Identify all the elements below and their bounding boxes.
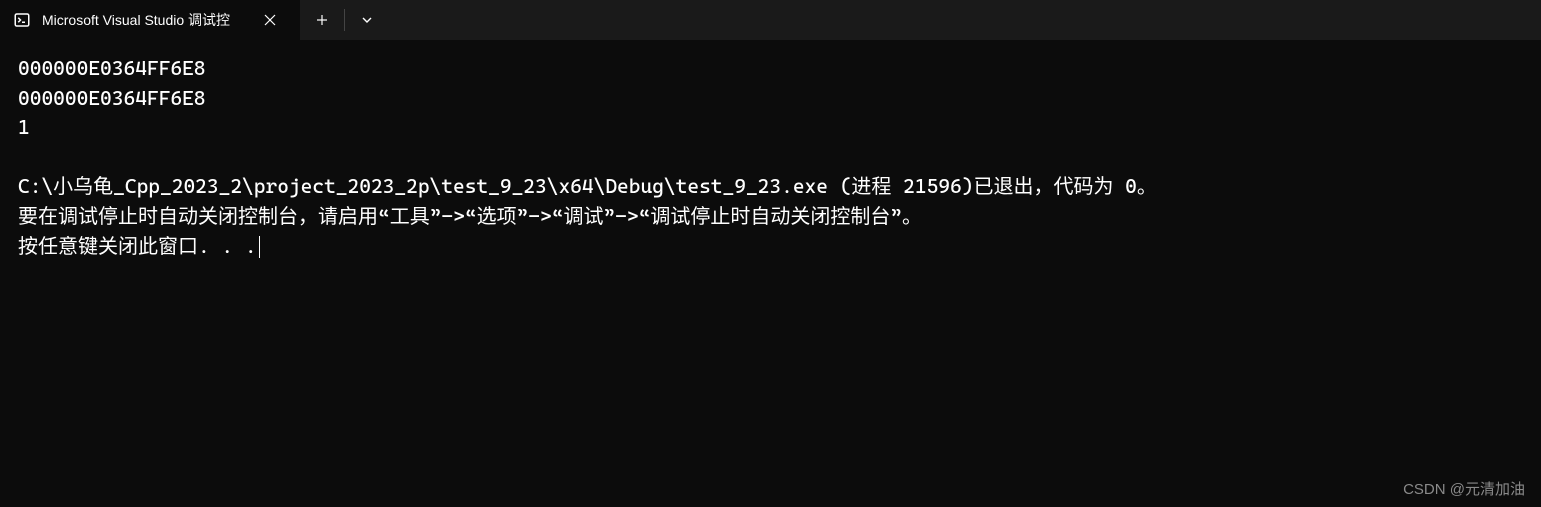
tab-title: Microsoft Visual Studio 调试控 [42,10,230,30]
tab-dropdown-button[interactable] [345,0,389,40]
output-line: 000000E0364FF6E8 [18,56,206,80]
output-line: C:\小乌龟_Cpp_2023_2\project_2023_2p\test_9… [18,174,1157,198]
output-line: 000000E0364FF6E8 [18,86,206,110]
titlebar: Microsoft Visual Studio 调试控 [0,0,1541,40]
console-output[interactable]: 000000E0364FF6E8 000000E0364FF6E8 1 C:\小… [0,40,1541,275]
text-cursor [259,236,260,258]
new-tab-button[interactable] [300,0,344,40]
console-tab[interactable]: Microsoft Visual Studio 调试控 [0,0,300,40]
watermark: CSDN @元清加油 [1403,478,1525,499]
output-line: 按任意键关闭此窗口. . . [18,234,257,258]
output-line: 要在调试停止时自动关闭控制台，请启用“工具”->“选项”->“调试”->“调试停… [18,204,922,228]
output-line: 1 [18,115,30,139]
titlebar-actions [300,0,389,40]
close-tab-button[interactable] [260,10,280,30]
terminal-icon [12,10,32,30]
